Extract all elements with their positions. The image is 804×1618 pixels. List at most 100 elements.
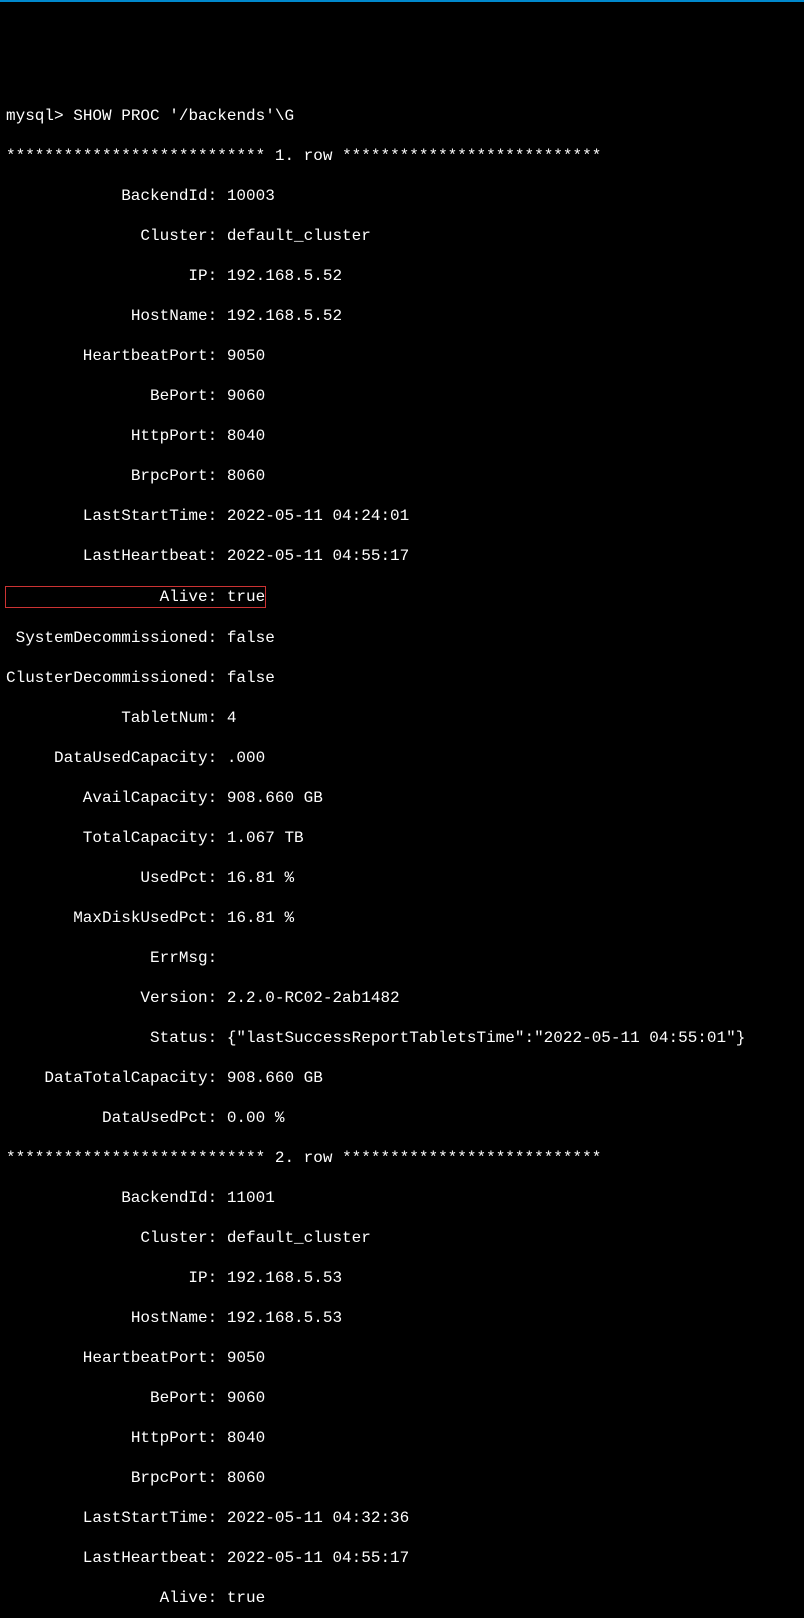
kv-sep: : <box>208 1428 227 1448</box>
kv-line: HeartbeatPort: 9050 <box>6 1348 798 1368</box>
kv-line-alive-highlighted: Alive: true <box>6 586 798 608</box>
stars-right: *************************** <box>342 146 601 166</box>
kv-line: Cluster: default_cluster <box>6 1228 798 1248</box>
kv-sep: : <box>208 1468 227 1488</box>
kv-sep: : <box>208 1548 227 1568</box>
kv-key-httpport: HttpPort <box>6 426 208 446</box>
kv-val-clusterdecommissioned: false <box>227 668 275 688</box>
kv-key-systemdecommissioned: SystemDecommissioned <box>6 628 208 648</box>
kv-key-beport: BePort <box>6 386 208 406</box>
stars-right: *************************** <box>342 1148 601 1168</box>
stars-left: *************************** <box>6 146 265 166</box>
kv-line: DataUsedPct: 0.00 % <box>6 1108 798 1128</box>
kv-val-lastheartbeat: 2022-05-11 04:55:17 <box>227 1548 409 1568</box>
kv-line: HeartbeatPort: 9050 <box>6 346 798 366</box>
kv-key-errmsg: ErrMsg <box>6 948 208 968</box>
kv-sep: : <box>208 1068 227 1088</box>
kv-sep: : <box>208 546 227 566</box>
kv-line: MaxDiskUsedPct: 16.81 % <box>6 908 798 928</box>
kv-line: BePort: 9060 <box>6 386 798 406</box>
row-2-header: *************************** 2. row *****… <box>6 1148 798 1168</box>
kv-sep: : <box>208 426 227 446</box>
kv-key-hostname: HostName <box>6 306 208 326</box>
kv-key-heartbeatport: HeartbeatPort <box>6 346 208 366</box>
kv-key-usedpct: UsedPct <box>6 868 208 888</box>
row-2-label: 2. row <box>265 1148 342 1168</box>
kv-val-ip: 192.168.5.52 <box>227 266 342 286</box>
kv-val-datausedpct: 0.00 % <box>227 1108 285 1128</box>
sql-command: SHOW PROC '/backends'\G <box>73 106 294 126</box>
kv-key-httpport: HttpPort <box>6 1428 208 1448</box>
kv-key-tabletnum: TabletNum <box>6 708 208 728</box>
kv-val-httpport: 8040 <box>227 426 265 446</box>
kv-sep: : <box>208 828 227 848</box>
kv-val-datatotalcapacity: 908.660 GB <box>227 1068 323 1088</box>
mysql-prompt: mysql> <box>6 106 73 126</box>
kv-val-availcapacity: 908.660 GB <box>227 788 323 808</box>
kv-sep: : <box>208 748 227 768</box>
kv-val-backendid: 11001 <box>227 1188 275 1208</box>
kv-key-cluster: Cluster <box>6 1228 208 1248</box>
kv-line: SystemDecommissioned: false <box>6 628 798 648</box>
stars-left: *************************** <box>6 1148 265 1168</box>
kv-sep: : <box>208 788 227 808</box>
kv-sep: : <box>208 988 227 1008</box>
kv-key-datausedpct: DataUsedPct <box>6 1108 208 1128</box>
kv-line: ClusterDecommissioned: false <box>6 668 798 688</box>
kv-line: HttpPort: 8040 <box>6 426 798 446</box>
kv-line: BrpcPort: 8060 <box>6 1468 798 1488</box>
kv-val-hostname: 192.168.5.53 <box>227 1308 342 1328</box>
kv-sep: : <box>208 587 227 607</box>
kv-line: TotalCapacity: 1.067 TB <box>6 828 798 848</box>
kv-sep: : <box>208 186 227 206</box>
kv-line: Cluster: default_cluster <box>6 226 798 246</box>
kv-key-brpcport: BrpcPort <box>6 1468 208 1488</box>
kv-line: Status: {"lastSuccessReportTabletsTime":… <box>6 1028 798 1048</box>
kv-line: BackendId: 10003 <box>6 186 798 206</box>
kv-val-laststarttime: 2022-05-11 04:24:01 <box>227 506 409 526</box>
kv-key-alive: Alive <box>6 1588 208 1608</box>
kv-key-datausedcapacity: DataUsedCapacity <box>6 748 208 768</box>
kv-sep: : <box>208 1268 227 1288</box>
kv-line: LastHeartbeat: 2022-05-11 04:55:17 <box>6 1548 798 1568</box>
kv-val-cluster: default_cluster <box>227 1228 371 1248</box>
kv-sep: : <box>208 668 227 688</box>
kv-sep: : <box>208 1308 227 1328</box>
kv-sep: : <box>208 1508 227 1528</box>
kv-val-backendid: 10003 <box>227 186 275 206</box>
kv-val-httpport: 8040 <box>227 1428 265 1448</box>
kv-key-ip: IP <box>6 1268 208 1288</box>
kv-sep: : <box>208 1108 227 1128</box>
kv-sep: : <box>208 306 227 326</box>
kv-key-datatotalcapacity: DataTotalCapacity <box>6 1068 208 1088</box>
kv-val-alive: true <box>227 1588 265 1608</box>
kv-line: HostName: 192.168.5.52 <box>6 306 798 326</box>
kv-val-brpcport: 8060 <box>227 466 265 486</box>
kv-key-hostname: HostName <box>6 1308 208 1328</box>
terminal-output: mysql> SHOW PROC '/backends'\G *********… <box>6 86 798 1618</box>
kv-key-backendid: BackendId <box>6 1188 208 1208</box>
kv-line: LastStartTime: 2022-05-11 04:24:01 <box>6 506 798 526</box>
kv-sep: : <box>208 868 227 888</box>
kv-line: HttpPort: 8040 <box>6 1428 798 1448</box>
kv-sep: : <box>208 708 227 728</box>
kv-val-datausedcapacity: .000 <box>227 748 265 768</box>
kv-val-heartbeatport: 9050 <box>227 1348 265 1368</box>
kv-key-beport: BePort <box>6 1388 208 1408</box>
kv-val-alive: true <box>227 587 265 607</box>
kv-sep: : <box>208 1388 227 1408</box>
row-1-label: 1. row <box>265 146 342 166</box>
kv-sep: : <box>208 1228 227 1248</box>
kv-key-status: Status <box>6 1028 208 1048</box>
kv-sep: : <box>208 226 227 246</box>
kv-val-lastheartbeat: 2022-05-11 04:55:17 <box>227 546 409 566</box>
kv-sep: : <box>208 948 227 968</box>
kv-val-usedpct: 16.81 % <box>227 868 294 888</box>
kv-val-maxdiskusedpct: 16.81 % <box>227 908 294 928</box>
row-1-header: *************************** 1. row *****… <box>6 146 798 166</box>
kv-val-hostname: 192.168.5.52 <box>227 306 342 326</box>
kv-key-heartbeatport: HeartbeatPort <box>6 1348 208 1368</box>
kv-val-systemdecommissioned: false <box>227 628 275 648</box>
kv-line: ErrMsg: <box>6 948 798 968</box>
kv-sep: : <box>208 1588 227 1608</box>
